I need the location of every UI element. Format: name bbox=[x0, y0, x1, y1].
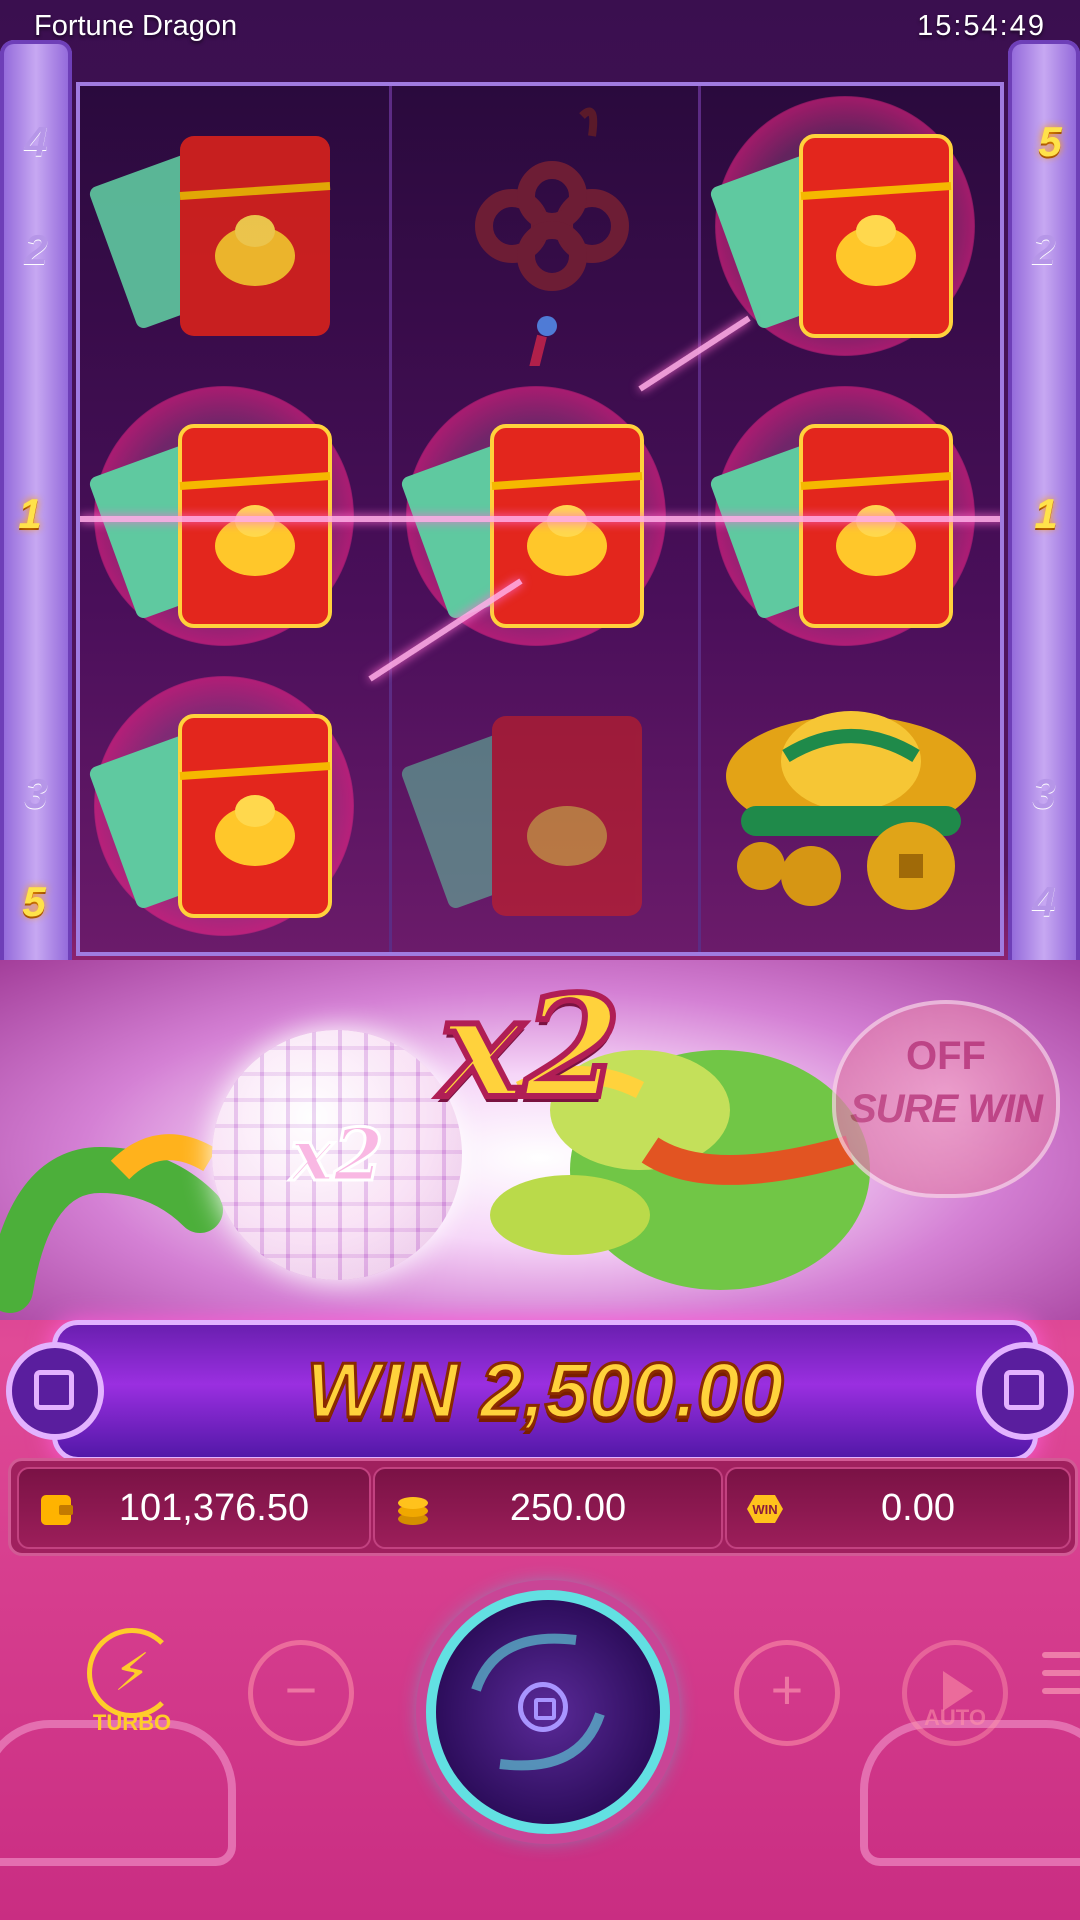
disco-ball: x2 bbox=[212, 1030, 462, 1280]
balance-value: 101,376.50 bbox=[118, 1487, 310, 1529]
turbo-label: TURBO bbox=[92, 1710, 172, 1735]
win-value: 0.00 bbox=[881, 1487, 955, 1529]
cloud-ornament-left bbox=[0, 1720, 236, 1866]
game-stage: Fortune Dragon 15:54:49 4 2 1 3 5 5 2 1 … bbox=[0, 0, 1080, 1920]
spin-button[interactable] bbox=[426, 1590, 670, 1834]
info-bar: 101,376.50 250.00 WIN 0.00 bbox=[8, 1458, 1078, 1556]
sure-win-label: SURE WIN bbox=[850, 1087, 1043, 1131]
status-bar: Fortune Dragon 15:54:49 bbox=[0, 0, 1080, 52]
auto-spin-button[interactable]: AUTO bbox=[902, 1640, 1008, 1746]
lightning-icon: ⚡ bbox=[87, 1628, 177, 1718]
red-envelope-icon bbox=[80, 666, 388, 946]
win-amount-text: WIN 2,500.00 bbox=[305, 1345, 785, 1436]
turbo-button[interactable]: ⚡ TURBO bbox=[84, 1628, 180, 1735]
win-banner-left-ornament bbox=[6, 1342, 104, 1440]
red-envelope-icon bbox=[80, 86, 388, 366]
payline-number: 2 bbox=[1032, 226, 1056, 273]
right-payline-frame: 5 2 1 3 4 bbox=[1008, 40, 1080, 1010]
disco-multiplier: x2 bbox=[289, 1111, 385, 1199]
win-banner: WIN 2,500.00 bbox=[52, 1320, 1038, 1462]
payline-1 bbox=[80, 516, 1000, 522]
payline-number-active: 5 bbox=[1038, 118, 1062, 165]
bet-value: 250.00 bbox=[509, 1487, 627, 1529]
red-envelope-icon bbox=[701, 86, 1000, 366]
red-envelope-icon bbox=[392, 666, 700, 946]
clock: 15:54:49 bbox=[917, 10, 1046, 42]
gold-ingot-icon bbox=[701, 666, 1000, 946]
payline-number: 3 bbox=[24, 770, 48, 817]
app-title: Fortune Dragon bbox=[34, 10, 238, 42]
dragon-feature-scene: x2 x2 OFF SURE WIN bbox=[0, 960, 1080, 1320]
payline-number: 3 bbox=[1032, 770, 1056, 817]
increase-bet-button[interactable]: + bbox=[734, 1640, 840, 1746]
win-multiplier: x2 bbox=[437, 963, 624, 1133]
bet-panel[interactable]: 250.00 bbox=[373, 1467, 723, 1549]
auto-label: AUTO bbox=[924, 1705, 986, 1730]
left-payline-frame: 4 2 1 3 5 bbox=[0, 40, 72, 1010]
spin-center-icon bbox=[518, 1682, 568, 1732]
payline-number-active: 1 bbox=[18, 490, 42, 537]
menu-icon[interactable] bbox=[1042, 1652, 1080, 1706]
payline-number-active: 5 bbox=[22, 878, 46, 925]
sure-win-state: OFF bbox=[906, 1034, 986, 1078]
balance-panel: 101,376.50 bbox=[17, 1467, 371, 1549]
win-panel: WIN 0.00 bbox=[725, 1467, 1071, 1549]
decrease-bet-button[interactable]: − bbox=[248, 1640, 354, 1746]
reel-grid[interactable] bbox=[76, 82, 1004, 956]
payline-number: 4 bbox=[1032, 878, 1056, 925]
chinese-knot-icon bbox=[392, 86, 700, 366]
win-banner-right-ornament bbox=[976, 1342, 1074, 1440]
payline-number: 4 bbox=[24, 118, 48, 165]
payline-number: 2 bbox=[24, 226, 48, 273]
payline-number-active: 1 bbox=[1034, 490, 1058, 537]
control-panel: ⚡ TURBO − + AUTO bbox=[0, 1550, 1080, 1920]
sure-win-toggle[interactable]: OFF SURE WIN bbox=[832, 1000, 1060, 1198]
